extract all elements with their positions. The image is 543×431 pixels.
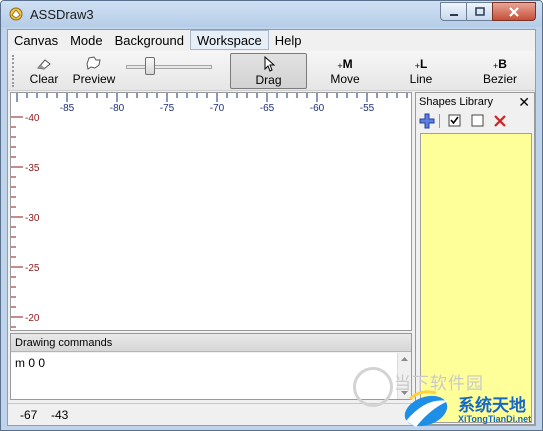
status-x-coordinate: -67 [20,408,38,422]
puzzle-icon [85,53,103,71]
x-ruler-label: -60 [310,103,325,114]
minimize-icon [449,13,458,16]
add-shape-icon[interactable] [419,113,435,129]
y-ruler-label: -40 [25,113,40,124]
bezier-tool-icon: + B [493,57,507,71]
y-ruler-label: -20 [25,313,40,324]
line-tool-icon: + L [414,57,428,71]
window-title: ASSDraw3 [30,7,94,22]
y-ruler-label: -30 [25,213,40,224]
preview-button[interactable]: Preview [68,53,120,89]
y-ruler-label: -35 [25,163,40,174]
canvas-rulers: -85 -80 -75 -70 -65 -60 -55 -40 -35 -30 -25 -20 [11,93,408,328]
x-ruler-label: -55 [360,103,375,114]
brand-logo-icon [404,390,448,427]
brand-name: 系统天地 [458,396,526,415]
drawing-commands-text: m 0 0 [15,356,46,370]
x-ruler-label: -70 [210,103,225,114]
move-mode-button[interactable]: + M Move [320,53,370,89]
status-y-coordinate: -43 [51,408,69,422]
x-ruler-label: -75 [160,103,175,114]
close-icon [509,6,519,17]
menu-canvas[interactable]: Canvas [8,30,64,50]
line-icon-letter: L [419,57,428,71]
preview-slider-thumb[interactable] [145,57,155,75]
drag-mode-button[interactable]: Drag [230,53,307,89]
menu-bar: Canvas Mode Background Workspace Help [8,30,535,50]
brand-badge: 系统天地 XiTongTianDi.net [396,387,542,430]
title-bar: ASSDraw3 [1,1,542,27]
move-label: Move [330,72,360,86]
toolbar-grip[interactable] [12,55,15,87]
delete-shape-icon[interactable] [492,113,508,129]
preview-slider-track[interactable] [126,65,212,69]
move-icon-letter: M [342,57,353,71]
app-window: ASSDraw3 Canvas Mode Background Workspac… [0,0,543,431]
drawing-commands-panel: Drawing commands m 0 0 [10,333,412,400]
shapes-library-close-icon[interactable]: ✕ [518,94,530,111]
shapes-library-title: Shapes Library [419,96,493,108]
clear-button[interactable]: Clear [22,53,66,89]
client-area: Canvas Mode Background Workspace Help Cl… [7,29,536,426]
menu-help[interactable]: Help [269,30,308,50]
bezier-mode-button[interactable]: + B Bezier [475,53,525,89]
shapes-library-toolbar [416,111,534,131]
x-ruler-label: -85 [60,103,75,114]
x-ruler-label: -80 [110,103,125,114]
check-all-icon[interactable] [447,113,463,129]
drag-label: Drag [255,73,282,87]
status-bar: -67 -43 [8,403,414,425]
toolbar: Clear Preview Drag + M Move + L Line + B… [8,51,535,91]
drawing-commands-input[interactable]: m 0 0 [11,353,411,399]
y-ruler-label: -25 [25,263,40,274]
line-label: Line [409,72,433,86]
brand-url: XiTongTianDi.net [458,414,532,424]
clear-label: Clear [29,72,59,86]
watermark-logo [353,367,393,407]
app-icon [8,6,24,22]
maximize-button[interactable] [466,2,492,21]
library-toolbar-separator [439,114,440,128]
line-mode-button[interactable]: + L Line [401,53,441,89]
preview-label: Preview [72,72,116,86]
menu-mode[interactable]: Mode [64,30,109,50]
eraser-icon [35,53,53,71]
menu-background[interactable]: Background [109,30,190,50]
bezier-icon-letter: B [498,57,507,71]
close-button[interactable] [492,2,536,21]
menu-workspace[interactable]: Workspace [190,30,269,50]
bezier-label: Bezier [482,72,517,86]
x-ruler-label: -65 [260,103,275,114]
uncheck-all-icon[interactable] [470,113,486,129]
minimize-button[interactable] [440,2,466,21]
drawing-commands-header: Drawing commands [11,334,411,352]
move-tool-icon: + M [337,57,353,71]
cursor-arrow-icon [263,54,275,72]
drawing-canvas[interactable]: -85 -80 -75 -70 -65 -60 -55 -40 -35 -30 -25 -20 [10,92,412,331]
shapes-library-header: Shapes Library ✕ [416,93,534,111]
maximize-icon [474,6,485,16]
